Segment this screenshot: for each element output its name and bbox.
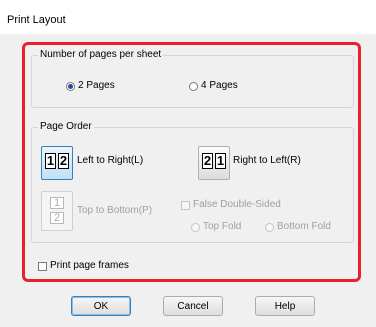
dialog-title: Print Layout bbox=[7, 14, 66, 26]
print-layout-dialog: Print Layout Number of pages per sheet 2… bbox=[0, 0, 376, 327]
highlight-frame bbox=[22, 42, 361, 282]
title-bar: Print Layout bbox=[0, 0, 376, 34]
cancel-button[interactable]: Cancel bbox=[163, 296, 223, 316]
help-button[interactable]: Help bbox=[255, 296, 315, 316]
ok-button[interactable]: OK bbox=[71, 296, 131, 316]
